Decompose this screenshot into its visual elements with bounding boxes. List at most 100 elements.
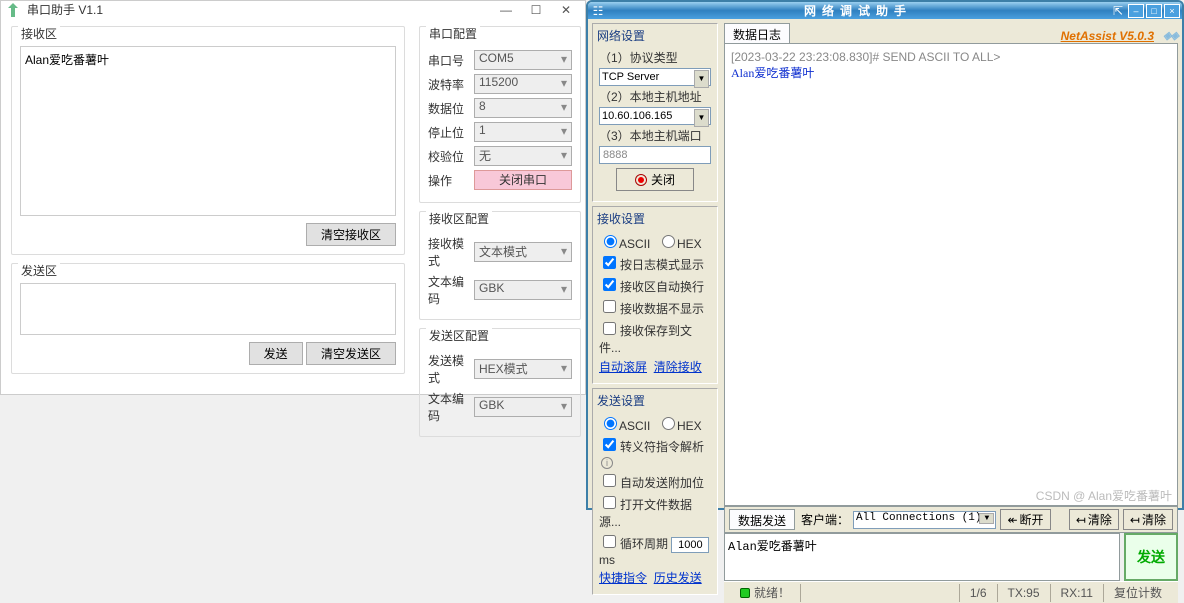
rx-save-check[interactable] [603, 322, 616, 335]
record-dot-icon [635, 174, 647, 186]
rx-config-legend: 接收区配置 [426, 210, 492, 227]
send-textarea[interactable] [20, 283, 396, 335]
tx-escape-check[interactable] [603, 438, 616, 451]
label: 接收区自动换行 [620, 280, 704, 294]
stopbits-select[interactable]: 1 [474, 122, 572, 142]
label: ASCII [619, 237, 650, 251]
window-title: 网络调试助手 [608, 2, 1108, 19]
brand-label[interactable]: NetAssist V5.0.3◈◈ [1061, 29, 1178, 43]
client-select[interactable]: All Connections (1) [853, 511, 996, 529]
shortcut-link[interactable]: 快捷指令 [599, 571, 647, 585]
history-link[interactable]: 历史发送 [654, 571, 702, 585]
close-btn-label: 关闭 [651, 171, 675, 188]
titlebar: ☷ 网络调试助手 ⇱ – □ × [588, 2, 1182, 19]
status-page: 1/6 [959, 584, 997, 602]
rxset-legend: 接收设置 [593, 207, 717, 228]
gem-icon: ◈◈ [1163, 29, 1178, 42]
info-icon[interactable]: i [601, 457, 613, 469]
close-icon[interactable]: × [1164, 4, 1180, 18]
rx-hide-check[interactable] [603, 300, 616, 313]
close-icon[interactable]: ✕ [551, 3, 581, 17]
tx-mode-label: 发送模式 [428, 352, 474, 386]
tx-enc-select[interactable]: GBK [474, 397, 572, 417]
app-logo-icon [5, 2, 21, 18]
send-button[interactable]: 发送 [1124, 533, 1178, 581]
clear-receive-button[interactable]: 清空接收区 [306, 223, 396, 246]
cycle-input[interactable] [671, 537, 709, 553]
log-area[interactable]: [2023-03-22 23:23:08.830]# SEND ASCII TO… [724, 43, 1178, 506]
pin-icon[interactable]: ⇱ [1108, 4, 1128, 18]
data-log-tab[interactable]: 数据日志 [724, 23, 790, 43]
port-select[interactable]: COM5 [474, 50, 572, 70]
reset-counter-button[interactable]: 复位计数 [1103, 584, 1172, 602]
label: HEX [677, 237, 702, 251]
receive-textarea[interactable]: Alan爱吃番薯叶 [20, 46, 396, 216]
send-button[interactable]: 发送 [249, 342, 303, 365]
maximize-icon[interactable]: □ [1146, 4, 1162, 18]
tx-append-check[interactable] [603, 474, 616, 487]
window-controls: — ☐ ✕ [491, 3, 581, 17]
receive-legend: 接收区 [18, 25, 60, 42]
netassist-window: ☷ 网络调试助手 ⇱ – □ × 网络设置 （1）协议类型 TCP Server… [586, 0, 1184, 510]
send-settings-panel: 发送设置 ASCII HEX 转义符指令解析i 自动发送附加位 打开文件数据源.… [592, 388, 718, 595]
rx-enc-label: 文本编码 [428, 273, 474, 307]
maximize-icon[interactable]: ☐ [521, 3, 551, 17]
rx-mode-select[interactable]: 文本模式 [474, 242, 572, 262]
tx-config-group: 发送区配置 发送模式HEX模式 文本编码GBK [419, 328, 581, 437]
rx-ascii-radio[interactable] [604, 235, 617, 248]
operation-label: 操作 [428, 172, 474, 189]
tx-enc-label: 文本编码 [428, 390, 474, 424]
app-icon: ☷ [588, 4, 608, 18]
tx-mode-select[interactable]: HEX模式 [474, 359, 572, 379]
tx-config-legend: 发送区配置 [426, 327, 492, 344]
autoscroll-link[interactable]: 自动滚屏 [599, 360, 647, 374]
baud-label: 波特率 [428, 76, 474, 93]
databits-select[interactable]: 8 [474, 98, 572, 118]
window-title: 串口助手 V1.1 [27, 1, 491, 18]
disconnect-button[interactable]: ↞断开 [1000, 509, 1050, 530]
clear-left-button[interactable]: ↤清除 [1069, 509, 1119, 530]
tx-openfile-check[interactable] [603, 496, 616, 509]
minimize-icon[interactable]: — [491, 3, 521, 17]
label: ASCII [619, 419, 650, 433]
port-label: （3）本地主机端口 [599, 127, 711, 144]
databits-label: 数据位 [428, 100, 474, 117]
receive-group: 接收区 Alan爱吃番薯叶 清空接收区 [11, 26, 405, 255]
rx-hex-radio[interactable] [662, 235, 675, 248]
rx-log-mode-check[interactable] [603, 256, 616, 269]
network-settings-panel: 网络设置 （1）协议类型 TCP Server （2）本地主机地址 10.60.… [592, 23, 718, 202]
window-controls: – □ × [1128, 4, 1182, 18]
tx-cycle-check[interactable] [603, 535, 616, 548]
close-port-button[interactable]: 关闭串口 [474, 170, 572, 190]
baud-select[interactable]: 115200 [474, 74, 572, 94]
port-input[interactable] [599, 146, 711, 164]
port-label: 串口号 [428, 52, 474, 69]
send-toolbar: 数据发送 客户端： All Connections (1) ↞断开 ↤清除 ↤清… [724, 506, 1178, 533]
minimize-icon[interactable]: – [1128, 4, 1144, 18]
host-select[interactable]: 10.60.106.165 [599, 107, 711, 125]
send-textarea[interactable]: Alan爱吃番薯叶 [724, 533, 1120, 581]
tx-hex-radio[interactable] [662, 417, 675, 430]
tx-ascii-radio[interactable] [604, 417, 617, 430]
label: 自动发送附加位 [620, 476, 704, 490]
rx-enc-select[interactable]: GBK [474, 280, 572, 300]
protocol-select[interactable]: TCP Server [599, 68, 711, 86]
serial-config-legend: 串口配置 [426, 25, 480, 42]
rx-autowrap-check[interactable] [603, 278, 616, 291]
clear-receive-link[interactable]: 清除接收 [654, 360, 702, 374]
status-rx: RX:11 [1050, 584, 1103, 602]
host-label: （2）本地主机地址 [599, 88, 711, 105]
page-icon: ↤ [1076, 513, 1086, 527]
log-line-data: Alan爱吃番薯叶 [731, 64, 1171, 81]
parity-select[interactable]: 无 [474, 146, 572, 166]
label: 循环周期 [620, 537, 668, 551]
clear-send-button[interactable]: 清空发送区 [306, 342, 396, 365]
rx-config-group: 接收区配置 接收模式文本模式 文本编码GBK [419, 211, 581, 320]
status-tx: TX:95 [997, 584, 1050, 602]
close-connection-button[interactable]: 关闭 [616, 168, 694, 191]
label: 接收数据不显示 [620, 302, 704, 316]
send-legend: 发送区 [18, 262, 60, 279]
data-send-tab[interactable]: 数据发送 [729, 509, 795, 530]
clear-right-button[interactable]: ↤清除 [1123, 509, 1173, 530]
rx-mode-label: 接收模式 [428, 235, 474, 269]
